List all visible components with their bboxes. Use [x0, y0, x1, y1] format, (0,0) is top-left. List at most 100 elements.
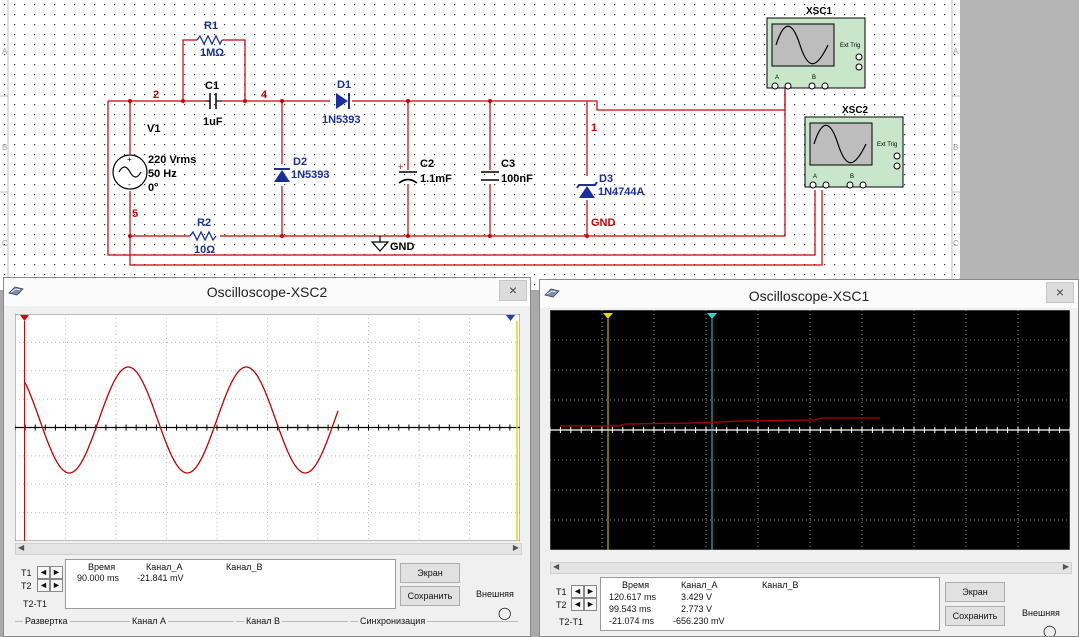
t2-left-arrow-icon[interactable]: ◄ — [37, 579, 50, 592]
v1-phase: 0° — [148, 182, 159, 194]
t1-time-value: 90.000 ms — [77, 573, 120, 583]
oscilloscope-xsc2-window[interactable]: Oscilloscope-XSC2 × ◀ ▶ T1 ◄ ► T2 ◄ ► T2… — [3, 277, 531, 637]
save-button[interactable]: Сохранить — [400, 586, 460, 606]
t1-right-arrow-icon[interactable]: ► — [50, 566, 63, 579]
screen-horizontal-scrollbar[interactable]: ◀ ▶ — [15, 543, 522, 555]
gnd-net-label: GND — [591, 217, 616, 229]
screen-horizontal-scrollbar[interactable]: ◀ ▶ — [550, 562, 1072, 574]
window-title: Oscilloscope-XSC1 — [748, 288, 870, 304]
oscilloscope-xsc1-window[interactable]: Oscilloscope-XSC1 × ◀ ▶ T1 ◄ ► T2 ◄ ► T2… — [539, 279, 1079, 637]
scope-screen[interactable] — [550, 310, 1070, 550]
c1-ref: C1 — [205, 80, 219, 92]
xsc1-ch-b: B — [812, 75, 816, 81]
t1-label: T1 — [556, 587, 567, 597]
save-button[interactable]: Сохранить — [945, 606, 1005, 626]
t2-label: T2 — [21, 581, 32, 591]
row-label-c: C — [2, 239, 8, 248]
screen-button[interactable]: Экран — [945, 582, 1005, 602]
t2-left-arrow-icon[interactable]: ◄ — [571, 598, 584, 611]
c2-polarity: + — [398, 162, 403, 172]
xsc1-ch-a: A — [775, 75, 779, 81]
row-label-b-right: B — [953, 143, 958, 152]
t2-t1-time-value: -21.074 ms — [609, 616, 655, 626]
gnd-label: GND — [390, 241, 415, 253]
v1-voltage: 220 Vrms — [148, 154, 196, 166]
external-trigger-terminal-icon[interactable]: ◯ — [498, 606, 511, 620]
xsc2-ch-b: B — [850, 174, 854, 180]
r1-ref: R1 — [204, 20, 218, 32]
v1-freq: 50 Hz — [148, 168, 177, 180]
c2-value: 1.1mF — [420, 173, 452, 185]
d1-ref: D1 — [337, 79, 351, 91]
close-button[interactable]: × — [499, 280, 527, 301]
group-sweep-label: Развертка — [23, 616, 70, 626]
external-trigger-terminal-icon[interactable]: ◯ — [1043, 624, 1056, 636]
t1-left-arrow-icon[interactable]: ◄ — [571, 585, 584, 598]
row-label-a: A — [2, 47, 8, 56]
row-label-b: B — [2, 143, 7, 152]
r2-ref: R2 — [197, 217, 211, 229]
titlebar[interactable]: Oscilloscope-XSC1 × — [540, 280, 1078, 308]
t2-label: T2 — [556, 600, 567, 610]
col-channel-a-header: Канал_A — [681, 580, 718, 590]
cursor-readout-table: Время Канал_A Канал_B 90.000 ms -21.841 … — [65, 559, 396, 609]
xsc2-ext-trig: Ext Trig — [877, 142, 897, 148]
d2-ref: D2 — [293, 156, 307, 168]
node-4-label: 4 — [261, 89, 268, 101]
col-channel-a-header: Канал_A — [146, 562, 183, 572]
cursor-readout-table: Время Канал_A Канал_B 120.617 ms 3.429 V… — [600, 577, 940, 631]
scroll-left-icon[interactable]: ◀ — [18, 543, 24, 552]
scroll-right-icon[interactable]: ▶ — [513, 543, 519, 552]
node-2-label: 2 — [153, 89, 159, 101]
t2-t1-label: T2-T1 — [559, 617, 584, 627]
r2-value: 10Ω — [194, 244, 215, 256]
t1-time-value: 120.617 ms — [609, 592, 657, 602]
t2-channel-a-value: 2.773 V — [681, 604, 713, 614]
r1-value: 1MΩ — [200, 47, 224, 59]
window-title: Oscilloscope-XSC2 — [206, 284, 328, 300]
group-trigger-label: Синхронизация — [358, 616, 428, 626]
xsc1-ext-trig: Ext Trig — [840, 43, 860, 49]
col-channel-b-header: Канал_B — [226, 562, 263, 572]
xsc2-ch-a: A — [813, 174, 817, 180]
scroll-left-icon[interactable]: ◀ — [553, 562, 559, 571]
node-1-label: 1 — [591, 122, 597, 134]
c3-ref: C3 — [501, 158, 515, 170]
t2-t1-channel-a-value: -656.230 mV — [673, 616, 725, 626]
t1-right-arrow-icon[interactable]: ► — [584, 585, 597, 598]
scroll-right-icon[interactable]: ▶ — [1063, 562, 1069, 571]
t2-right-arrow-icon[interactable]: ► — [584, 598, 597, 611]
col-channel-b-header: Канал_B — [762, 580, 799, 590]
node-5-label: 5 — [132, 208, 138, 220]
t1-label: T1 — [21, 568, 32, 578]
scope-screen[interactable] — [15, 314, 520, 541]
c3-value: 100nF — [501, 173, 533, 185]
t1-left-arrow-icon[interactable]: ◄ — [37, 566, 50, 579]
xsc1-ref: XSC1 — [806, 6, 833, 17]
source-plus-icon: + — [127, 155, 132, 164]
v1-ref: V1 — [147, 123, 160, 135]
group-channel-a-label: Канал A — [130, 616, 168, 626]
source-minus-icon: - — [128, 180, 131, 189]
d1-part: 1N5393 — [322, 114, 361, 126]
c1-value: 1uF — [203, 116, 223, 128]
xsc2-ref: XSC2 — [842, 105, 869, 116]
col-time-header: Время — [88, 562, 116, 572]
circuit-schematic[interactable]: A B C A B C 2 4 1 5 R1 1MΩ C1 1uF D1 1N5… — [0, 0, 1079, 290]
t1-channel-a-value: 3.429 V — [681, 592, 713, 602]
group-channel-b-label: Канал B — [244, 616, 282, 626]
row-label-c-right: C — [953, 239, 959, 248]
oscilloscope-xsc2-symbol[interactable]: XSC2 Ext Trig A B — [804, 105, 904, 189]
titlebar[interactable]: Oscilloscope-XSC2 × — [4, 278, 530, 306]
c2-ref: C2 — [420, 158, 434, 170]
col-time-header: Время — [622, 580, 650, 590]
close-button[interactable]: × — [1046, 282, 1074, 303]
oscilloscope-xsc1-symbol[interactable]: XSC1 Ext Trig A B — [766, 6, 866, 90]
group-trigger: Синхронизация — [350, 616, 518, 632]
t2-right-arrow-icon[interactable]: ► — [50, 579, 63, 592]
t1-channel-a-value: -21.841 mV — [137, 573, 184, 583]
t2-time-value: 99.543 ms — [609, 604, 652, 614]
external-trigger-label: Внешняя — [476, 589, 514, 599]
d2-part: 1N5393 — [291, 169, 330, 181]
screen-button[interactable]: Экран — [400, 563, 460, 583]
